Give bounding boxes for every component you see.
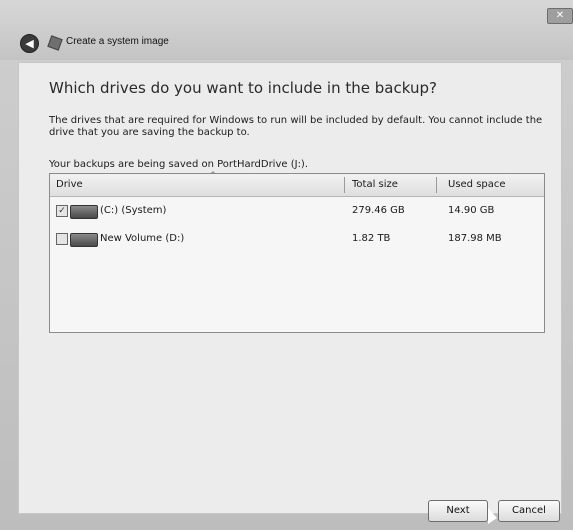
next-button[interactable]: Next [428,500,488,522]
drive-used-space: 187.98 MB [448,233,502,244]
drive-used-space: 14.90 GB [448,205,495,216]
backup-location-text: Your backups are being saved on PortHard… [49,159,309,170]
mouse-cursor [488,508,497,524]
column-header-total-size[interactable]: Total size [352,174,398,196]
column-header-used-space[interactable]: Used space [448,174,506,196]
close-button[interactable]: ✕ [547,8,573,24]
table-row[interactable]: New Volume (D:) 1.82 TB 187.98 MB [50,225,544,253]
table-row[interactable]: ✓ (C:) (System) 279.46 GB 14.90 GB [50,197,544,225]
column-separator[interactable] [344,177,345,193]
back-button[interactable]: ◀ [20,34,39,53]
column-separator[interactable] [436,177,437,193]
hard-drive-icon [70,205,98,219]
page-heading: Which drives do you want to include in t… [49,79,437,97]
cancel-button[interactable]: Cancel [498,500,560,522]
drive-name: New Volume (D:) [100,233,185,244]
sort-asc-icon: ^ [210,171,216,179]
drive-d-checkbox[interactable] [56,233,68,245]
drive-total-size: 1.82 TB [352,233,391,244]
system-image-icon [47,35,63,51]
window-title: Create a system image [66,36,169,47]
description-text: The drives that are required for Windows… [49,115,543,138]
column-header-drive[interactable]: Drive [56,174,83,196]
hard-drive-icon [70,233,98,247]
list-header: Drive ^ Total size Used space [50,171,544,197]
window-frame: ✕ ◀ Create a system image Which drives d… [0,0,573,530]
back-arrow-icon: ◀ [25,37,34,50]
drive-total-size: 279.46 GB [352,205,405,216]
content-panel: Which drives do you want to include in t… [18,62,562,514]
drive-list[interactable]: Drive ^ Total size Used space ✓ (C:) (Sy… [49,171,545,333]
drive-c-checkbox[interactable]: ✓ [56,205,68,217]
drive-name: (C:) (System) [100,205,167,216]
title-bar: ✕ ◀ Create a system image [0,0,573,60]
